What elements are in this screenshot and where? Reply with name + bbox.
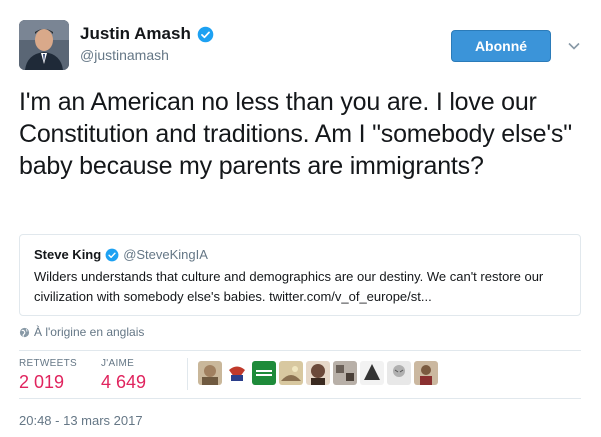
author-handle[interactable]: @justinamash <box>80 47 169 63</box>
liker-avatar[interactable] <box>306 361 330 385</box>
likes-label: J'AIME <box>101 358 135 369</box>
tweet-text: I'm an American no less than you are. I … <box>19 88 572 180</box>
retweets-count[interactable]: 2 019 <box>19 372 77 393</box>
translate-link[interactable]: À l'origine en anglais <box>19 325 144 339</box>
verified-badge-icon <box>105 248 119 261</box>
globe-icon <box>19 327 30 337</box>
tweet-timestamp[interactable]: 20:48 - 13 mars 2017 <box>19 413 143 428</box>
likes-count[interactable]: 4 649 <box>101 372 146 393</box>
quoted-tweet-header: Steve King @SteveKingIA <box>34 247 208 262</box>
follow-button[interactable]: Abonné <box>451 30 551 62</box>
liker-avatar[interactable] <box>198 361 222 385</box>
quoted-tweet-text: Wilders understands that culture and dem… <box>34 269 544 304</box>
liker-avatar[interactable] <box>252 361 276 385</box>
likes-stat[interactable]: J'AIME 4 649 <box>101 358 146 393</box>
liker-avatar[interactable] <box>414 361 438 385</box>
divider <box>19 398 581 399</box>
author-avatar[interactable] <box>19 20 69 70</box>
liker-avatar[interactable] <box>225 361 249 385</box>
liker-avatar[interactable] <box>279 361 303 385</box>
author-display-name[interactable]: Justin Amash <box>80 24 191 44</box>
liker-avatar[interactable] <box>360 361 384 385</box>
likers-avatar-list <box>198 361 438 385</box>
author-name-row[interactable]: Justin Amash <box>80 24 214 44</box>
quoted-tweet-card[interactable]: Steve King @SteveKingIA Wilders understa… <box>19 234 581 316</box>
verified-badge-icon <box>197 26 214 42</box>
quoted-display-name: Steve King <box>34 247 102 262</box>
quoted-handle: @SteveKingIA <box>123 247 208 262</box>
liker-avatar[interactable] <box>387 361 411 385</box>
chevron-down-icon[interactable] <box>566 38 582 54</box>
liker-avatar[interactable] <box>333 361 357 385</box>
divider <box>19 350 581 351</box>
retweets-stat[interactable]: RETWEETS 2 019 <box>19 358 77 393</box>
retweets-label: RETWEETS <box>19 358 77 369</box>
translate-label[interactable]: À l'origine en anglais <box>34 325 144 339</box>
stats-separator <box>187 358 188 390</box>
